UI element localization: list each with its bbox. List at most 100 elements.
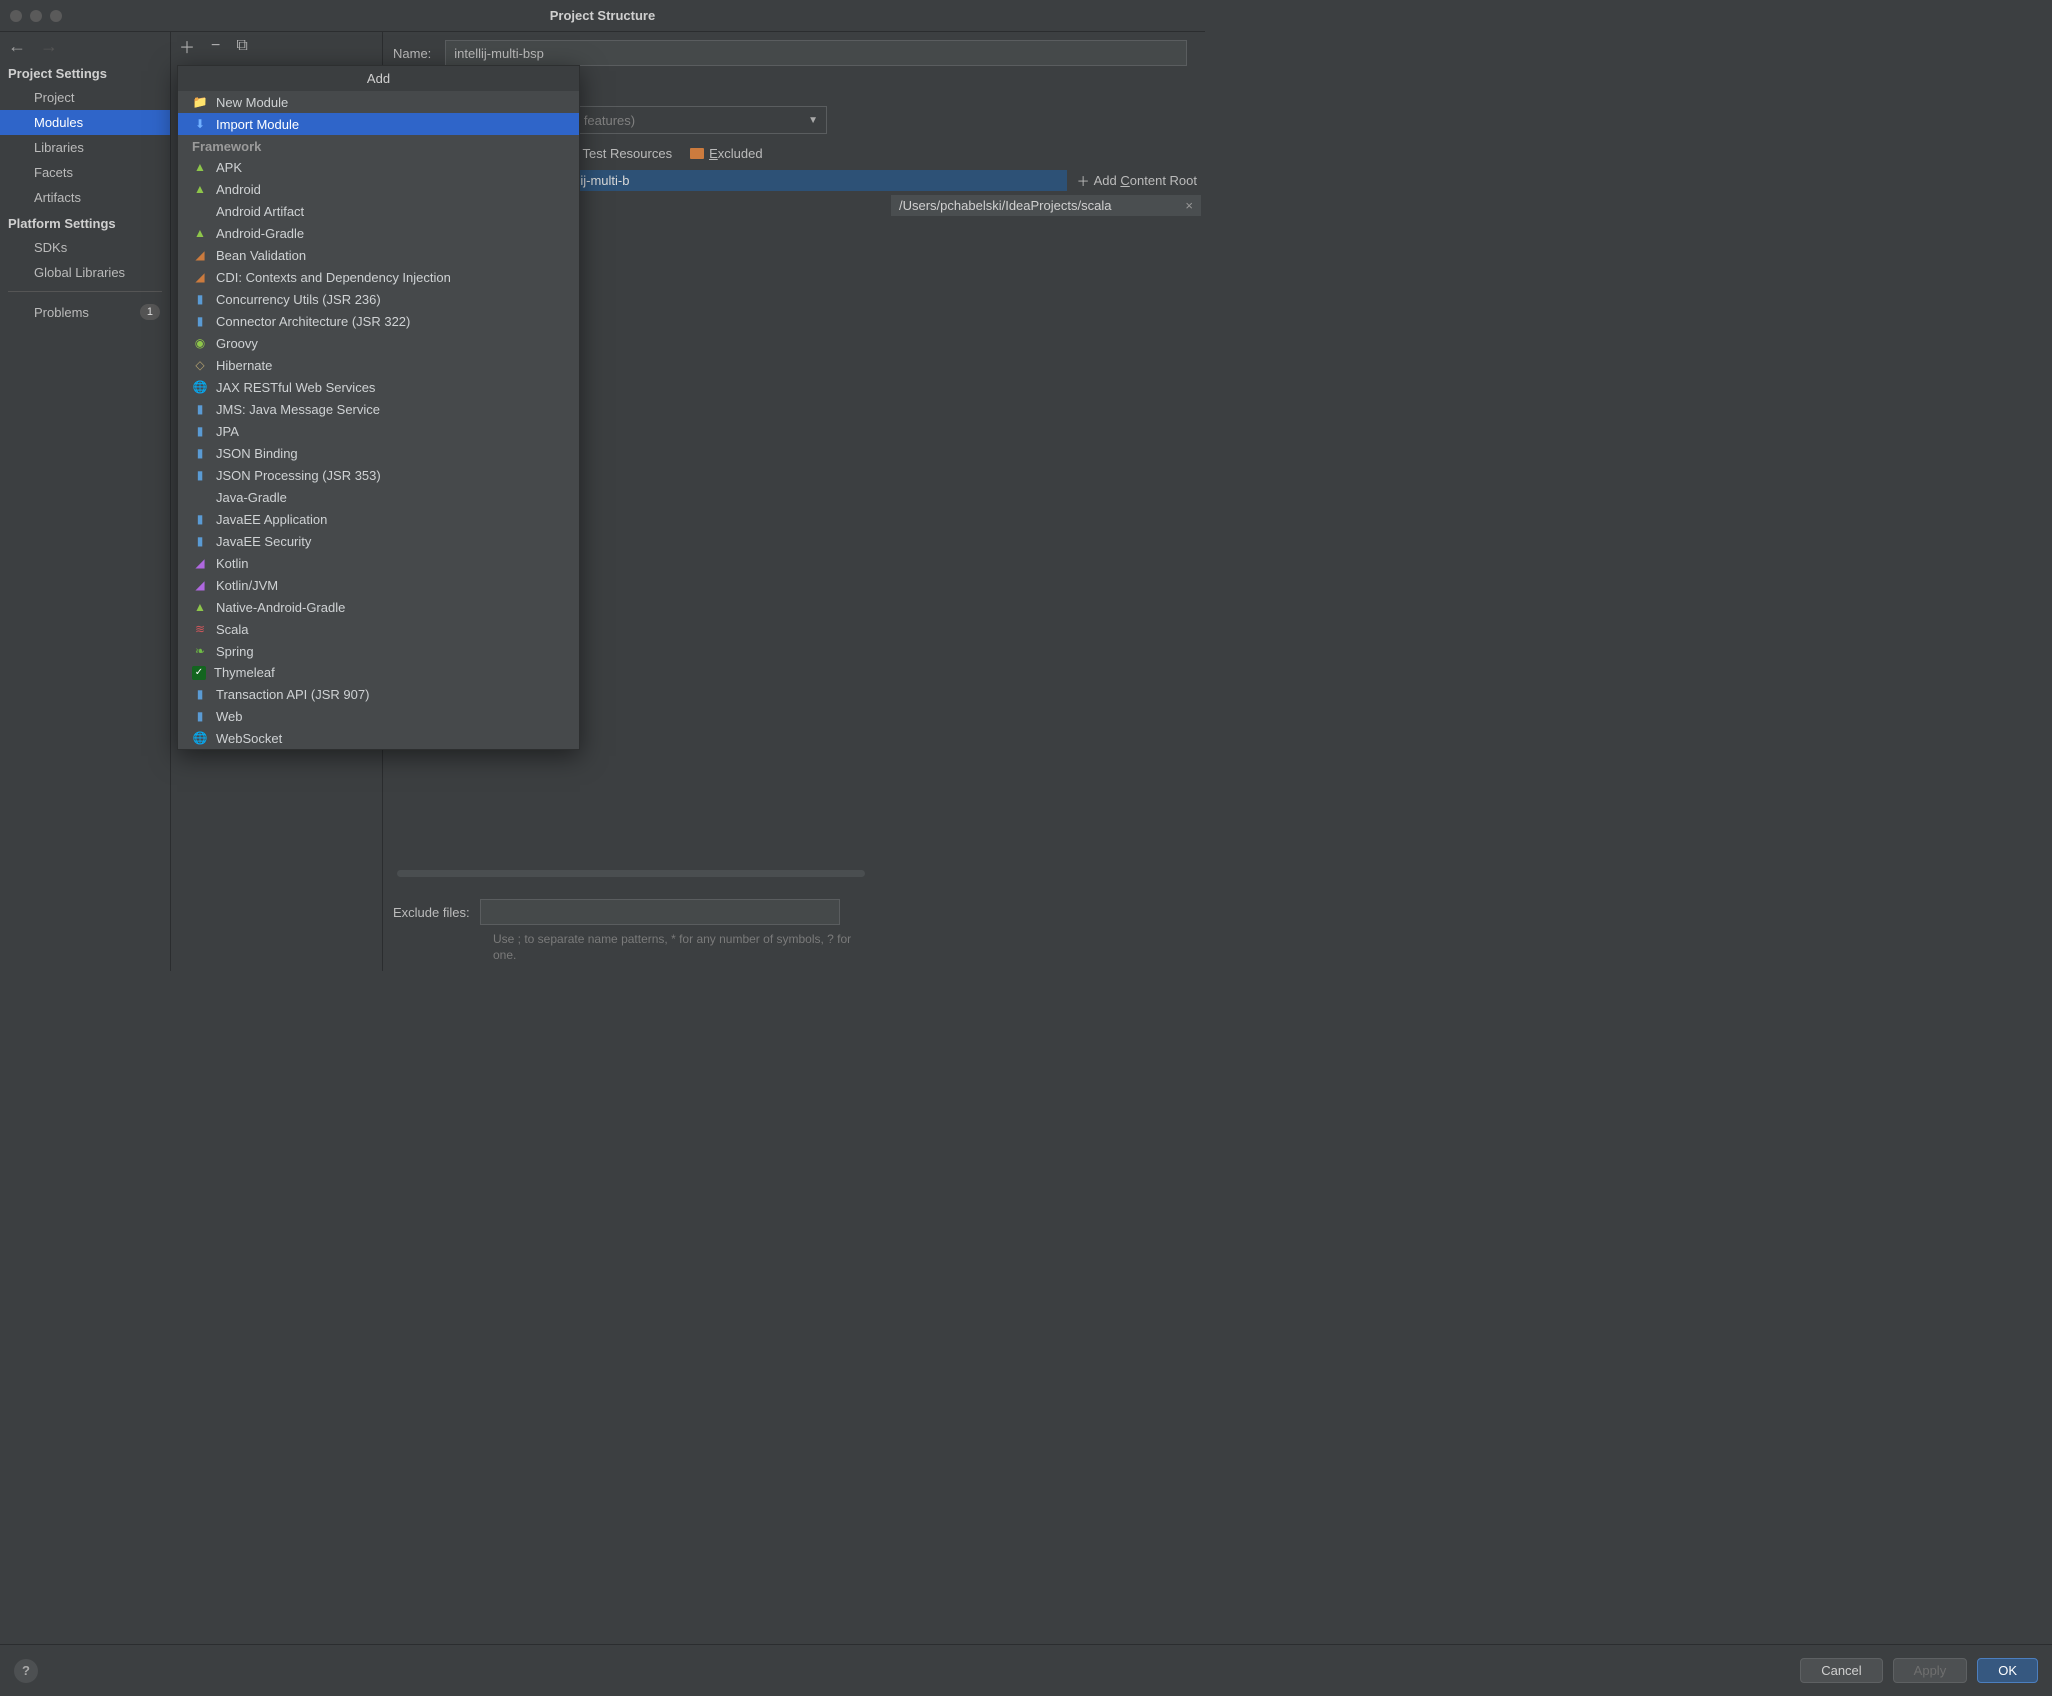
framework-item-label: WebSocket [216, 731, 282, 746]
framework-item-label: JavaEE Application [216, 512, 327, 527]
framework-item-javaee-application[interactable]: ▮JavaEE Application [178, 508, 579, 530]
problems-count-badge: 1 [140, 304, 160, 320]
framework-item-hibernate[interactable]: ◇Hibernate [178, 354, 579, 376]
framework-item-web[interactable]: ▮Web [178, 705, 579, 727]
framework-item-jpa[interactable]: ▮JPA [178, 420, 579, 442]
sidebar-item-modules[interactable]: Modules [0, 110, 170, 135]
framework-item-label: Spring [216, 644, 254, 659]
sidebar-item-facets[interactable]: Facets [0, 160, 170, 185]
framework-item-kotlin[interactable]: ◢Kotlin [178, 552, 579, 574]
framework-item-label: JSON Binding [216, 446, 298, 461]
framework-item-android-artifact[interactable]: Android Artifact [178, 200, 579, 222]
framework-item-label: Groovy [216, 336, 258, 351]
framework-item-label: JMS: Java Message Service [216, 402, 380, 417]
apply-button[interactable]: Apply [1893, 1658, 1968, 1683]
sidebar-item-project[interactable]: Project [0, 85, 170, 110]
framework-item-label: Android-Gradle [216, 226, 304, 241]
remove-content-root-icon[interactable]: × [1185, 198, 1193, 213]
framework-item-thymeleaf[interactable]: ✓Thymeleaf [178, 662, 579, 683]
remove-module-icon[interactable]: − [211, 37, 220, 55]
framework-item-apk[interactable]: ▲APK [178, 156, 579, 178]
framework-item-label: Hibernate [216, 358, 272, 373]
framework-item-java-gradle[interactable]: Java-Gradle [178, 486, 579, 508]
horizontal-scrollbar[interactable] [397, 870, 865, 877]
mark-excluded[interactable]: ExcludedExcluded [690, 146, 762, 161]
framework-item-cdi-contexts-and-dependency-injection[interactable]: ◢CDI: Contexts and Dependency Injection [178, 266, 579, 288]
popup-item-label: New Module [216, 95, 288, 110]
content-root-item[interactable]: /Users/pchabelski/IdeaProjects/scala × [891, 195, 1201, 216]
framework-item-label: JAX RESTful Web Services [216, 380, 375, 395]
problems-label: Problems [34, 305, 89, 320]
framework-item-groovy[interactable]: ◉Groovy [178, 332, 579, 354]
popup-title: Add [178, 66, 579, 91]
framework-item-label: Web [216, 709, 243, 724]
name-label: Name: [393, 46, 431, 61]
framework-item-label: APK [216, 160, 242, 175]
framework-item-label: Connector Architecture (JSR 322) [216, 314, 410, 329]
framework-item-scala[interactable]: ≋Scala [178, 618, 579, 640]
sidebar-item-global-libraries[interactable]: Global Libraries [0, 260, 170, 285]
framework-item-label: Android [216, 182, 261, 197]
framework-item-websocket[interactable]: 🌐WebSocket [178, 727, 579, 749]
framework-item-concurrency-utils-jsr-236-[interactable]: ▮Concurrency Utils (JSR 236) [178, 288, 579, 310]
plus-icon: ＋ [1077, 171, 1090, 190]
framework-item-android[interactable]: ▲Android [178, 178, 579, 200]
sidebar-item-artifacts[interactable]: Artifacts [0, 185, 170, 210]
cancel-button[interactable]: Cancel [1800, 1658, 1882, 1683]
framework-item-javaee-security[interactable]: ▮JavaEE Security [178, 530, 579, 552]
excluded-folder-icon [690, 148, 704, 159]
framework-item-label: Thymeleaf [214, 665, 275, 680]
framework-item-jms-java-message-service[interactable]: ▮JMS: Java Message Service [178, 398, 579, 420]
popup-item-new-module[interactable]: 📁New Module [178, 91, 579, 113]
sidebar: ← → Project Settings Project Modules Lib… [0, 32, 171, 971]
framework-item-label: Kotlin/JVM [216, 578, 278, 593]
framework-item-label: Kotlin [216, 556, 249, 571]
sidebar-item-problems[interactable]: Problems 1 [0, 298, 170, 326]
framework-item-label: Transaction API (JSR 907) [216, 687, 369, 702]
project-settings-header: Project Settings [0, 60, 170, 85]
exclude-files-input[interactable] [480, 899, 840, 925]
platform-settings-header: Platform Settings [0, 210, 170, 235]
chevron-down-icon: ▼ [808, 115, 818, 126]
module-name-input[interactable] [445, 40, 1187, 66]
popup-item-import-module[interactable]: ⬇Import Module [178, 113, 579, 135]
framework-item-json-processing-jsr-353-[interactable]: ▮JSON Processing (JSR 353) [178, 464, 579, 486]
framework-item-connector-architecture-jsr-322-[interactable]: ▮Connector Architecture (JSR 322) [178, 310, 579, 332]
framework-item-label: Concurrency Utils (JSR 236) [216, 292, 381, 307]
framework-item-jax-restful-web-services[interactable]: 🌐JAX RESTful Web Services [178, 376, 579, 398]
help-button[interactable]: ? [14, 1659, 38, 1683]
framework-item-bean-validation[interactable]: ◢Bean Validation [178, 244, 579, 266]
framework-item-label: JPA [216, 424, 239, 439]
ok-button[interactable]: OK [1977, 1658, 2038, 1683]
framework-item-label: Android Artifact [216, 204, 304, 219]
framework-item-transaction-api-jsr-907-[interactable]: ▮Transaction API (JSR 907) [178, 683, 579, 705]
framework-item-label: CDI: Contexts and Dependency Injection [216, 270, 451, 285]
add-module-popup: Add 📁New Module⬇Import Module Framework … [177, 65, 580, 750]
add-content-root-button[interactable]: ＋ Add Content Root Add Content Root [1067, 171, 1197, 190]
titlebar: Project Structure [0, 0, 1205, 32]
back-arrow-icon[interactable]: ← [8, 36, 26, 57]
framework-item-json-binding[interactable]: ▮JSON Binding [178, 442, 579, 464]
sidebar-item-sdks[interactable]: SDKs [0, 235, 170, 260]
forward-arrow-icon[interactable]: → [40, 36, 58, 57]
add-module-icon[interactable]: ＋ [179, 34, 195, 58]
framework-item-native-android-gradle[interactable]: ▲Native-Android-Gradle [178, 596, 579, 618]
framework-item-label: JavaEE Security [216, 534, 311, 549]
framework-item-android-gradle[interactable]: ▲Android-Gradle [178, 222, 579, 244]
copy-module-icon[interactable]: ⧉ [236, 37, 247, 55]
framework-item-label: Java-Gradle [216, 490, 287, 505]
framework-item-label: Native-Android-Gradle [216, 600, 345, 615]
exclude-files-label: Exclude files: [393, 905, 470, 920]
framework-item-kotlin-jvm[interactable]: ◢Kotlin/JVM [178, 574, 579, 596]
framework-item-spring[interactable]: ❧Spring [178, 640, 579, 662]
framework-item-label: JSON Processing (JSR 353) [216, 468, 381, 483]
sidebar-item-libraries[interactable]: Libraries [0, 135, 170, 160]
content-root-item-path: /Users/pchabelski/IdeaProjects/scala [899, 198, 1111, 213]
window-title: Project Structure [0, 8, 1205, 23]
dialog-footer: ? Cancel Apply OK [0, 1644, 2052, 1696]
framework-item-label: Bean Validation [216, 248, 306, 263]
sidebar-separator [8, 291, 162, 292]
framework-item-label: Scala [216, 622, 249, 637]
popup-item-label: Import Module [216, 117, 299, 132]
framework-section-header: Framework [178, 135, 579, 156]
